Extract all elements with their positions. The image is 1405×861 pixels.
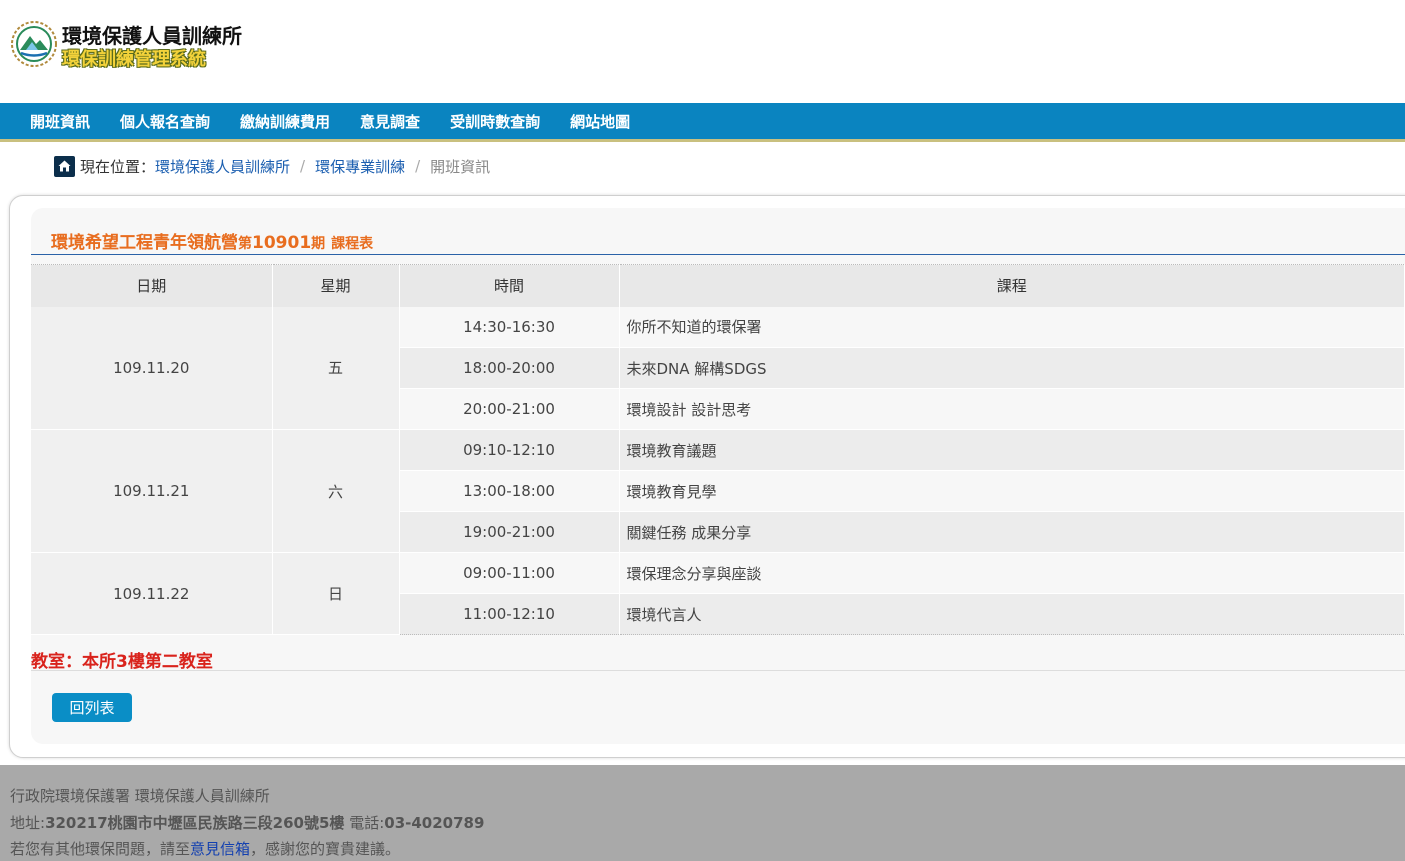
classroom-info: 教室：本所3樓第二教室 <box>31 652 213 672</box>
header-time: 時間 <box>399 264 620 307</box>
header-course: 課程 <box>619 264 1405 307</box>
classroom-divider <box>31 670 1405 671</box>
time-cell: 11:00-12:10 <box>399 593 620 635</box>
date-cell: 109.11.22 <box>31 552 273 635</box>
weekday-cell: 五 <box>272 306 400 430</box>
system-name: 環保訓練管理系統 <box>62 49 206 70</box>
footer-phone-label: 電話: <box>344 814 385 832</box>
site-footer: 行政院環境保護署 環境保護人員訓練所 地址:320217桃園市中壢區民族路三段2… <box>0 765 1405 861</box>
time-cell: 09:00-11:00 <box>399 552 620 594</box>
date-cell: 109.11.20 <box>31 306 273 430</box>
back-to-list-button[interactable]: 回列表 <box>52 693 132 722</box>
weekday-cell: 日 <box>272 552 400 635</box>
site-header: 環境保護人員訓練所 環保訓練管理系統 <box>0 0 1405 103</box>
nav-item-training-hours[interactable]: 受訓時數查詢 <box>435 111 555 132</box>
breadcrumb-prefix: 現在位置： <box>80 157 156 176</box>
footer-address-label: 地址: <box>10 814 46 832</box>
footer-phone-value: 03-4020789 <box>384 814 485 832</box>
table-row: 109.11.20 五 14:30-16:30 你所不知道的環保署 <box>31 306 1405 430</box>
breadcrumb-separator: / <box>415 157 421 175</box>
title-divider <box>31 254 1405 255</box>
course-period-prefix: 第 <box>238 236 252 252</box>
nav-item-site-map[interactable]: 網站地圖 <box>555 111 645 132</box>
table-row: 109.11.22 日 09:00-11:00 環保理念分享與座談 <box>31 552 1405 635</box>
table-row: 109.11.21 六 09:10-12:10 環境教育議題 <box>31 429 1405 553</box>
weekday-cell: 六 <box>272 429 400 553</box>
footer-feedback-line: 若您有其他環保問題，請至意見信箱，感謝您的寶貴建議。 <box>10 838 400 859</box>
course-title-main: 環境希望工程青年領航營 <box>51 233 238 253</box>
main-nav: 開班資訊 個人報名查詢 繳納訓練費用 意見調查 受訓時數查詢 網站地圖 <box>0 103 1405 142</box>
course-cell: 環境代言人 <box>619 593 1405 635</box>
footer-org: 行政院環境保護署 環境保護人員訓練所 <box>10 787 270 805</box>
schedule-table: 日期 星期 時間 課程 109.11.20 五 14:30-16:30 你所不知… <box>31 264 1405 635</box>
course-period: 10901 <box>252 233 312 253</box>
time-cell: 14:30-16:30 <box>399 306 620 348</box>
course-cell: 環境教育議題 <box>619 429 1405 471</box>
footer-feedback-prefix: 若您有其他環保問題，請至 <box>10 840 191 858</box>
course-cell: 未來DNA 解構SDGS <box>619 347 1405 389</box>
breadcrumb-current: 開班資訊 <box>430 157 491 176</box>
time-cell: 19:00-21:00 <box>399 511 620 553</box>
course-cell: 環保理念分享與座談 <box>619 552 1405 594</box>
time-cell: 09:10-12:10 <box>399 429 620 471</box>
nav-item-class-info[interactable]: 開班資訊 <box>15 111 105 132</box>
course-cell: 環境教育見學 <box>619 470 1405 512</box>
course-period-suffix: 期 <box>311 236 326 252</box>
course-cell: 環境設計 設計思考 <box>619 388 1405 430</box>
date-cell: 109.11.21 <box>31 429 273 553</box>
time-cell: 20:00-21:00 <box>399 388 620 430</box>
course-cell: 關鍵任務 成果分享 <box>619 511 1405 553</box>
time-cell: 18:00-20:00 <box>399 347 620 389</box>
home-icon[interactable] <box>54 155 75 177</box>
breadcrumb-link-institute[interactable]: 環境保護人員訓練所 <box>155 156 290 177</box>
nav-item-registration-query[interactable]: 個人報名查詢 <box>105 111 225 132</box>
footer-address-line: 地址:320217桃園市中壢區民族路三段260號5樓 電話:03-4020789 <box>10 812 484 833</box>
nav-item-pay-fees[interactable]: 繳納訓練費用 <box>225 111 345 132</box>
footer-feedback-suffix: ，感謝您的寶貴建議。 <box>250 840 401 858</box>
breadcrumb: 現在位置： 環境保護人員訓練所 / 環保專業訓練 / 開班資訊 <box>54 155 490 177</box>
feedback-mailbox-link[interactable]: 意見信箱 <box>190 840 250 858</box>
course-title-suffix: 課程表 <box>331 236 374 252</box>
header-date: 日期 <box>31 264 273 307</box>
footer-address-value: 320217桃園市中壢區民族路三段260號5樓 <box>45 814 345 832</box>
time-cell: 13:00-18:00 <box>399 470 620 512</box>
table-header-row: 日期 星期 時間 課程 <box>31 264 1405 307</box>
nav-item-survey[interactable]: 意見調查 <box>345 111 435 132</box>
course-title: 環境希望工程青年領航營第10901期 課程表 <box>51 228 373 253</box>
course-cell: 你所不知道的環保署 <box>619 306 1405 348</box>
breadcrumb-separator: / <box>300 157 306 175</box>
breadcrumb-link-professional-training[interactable]: 環保專業訓練 <box>315 156 405 177</box>
logo-icon[interactable] <box>10 20 60 70</box>
header-weekday: 星期 <box>272 264 400 307</box>
